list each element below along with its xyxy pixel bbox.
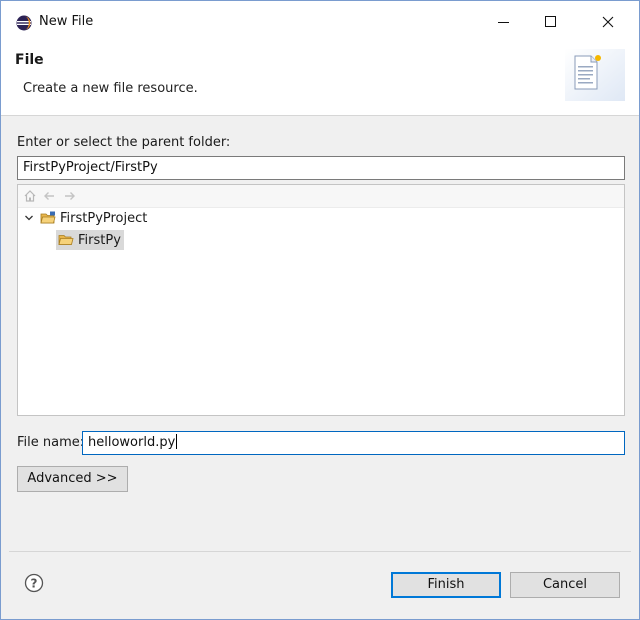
page-description: Create a new file resource. <box>23 81 198 96</box>
maximize-icon <box>545 16 556 27</box>
tree-item-firstpyproject[interactable]: FirstPyProject <box>24 208 147 228</box>
file-name-input[interactable]: helloworld.py <box>82 431 625 455</box>
tree-item-label: FirstPy <box>78 232 121 248</box>
parent-folder-label: Enter or select the parent folder: <box>17 135 231 150</box>
tree-item-label: FirstPyProject <box>60 210 148 226</box>
tree-toolbar <box>18 185 624 208</box>
new-file-dialog: New File File Create a new file resource… <box>0 0 640 620</box>
tree-item-firstpy[interactable]: FirstPy <box>56 230 124 250</box>
header-banner: File Create a new file resource. <box>1 43 639 116</box>
page-title: File <box>15 52 44 68</box>
new-file-wizard-icon <box>565 49 625 101</box>
text-caret <box>176 434 178 449</box>
eclipse-icon <box>16 15 32 31</box>
minimize-button[interactable] <box>481 1 527 43</box>
parent-folder-input[interactable]: FirstPyProject/FirstPy <box>17 156 625 180</box>
minimize-icon <box>498 22 509 23</box>
home-icon[interactable] <box>23 189 37 203</box>
file-name-value: helloworld.py <box>88 435 176 450</box>
title-bar[interactable]: New File <box>1 1 639 43</box>
cancel-button[interactable]: Cancel <box>510 572 620 598</box>
maximize-button[interactable] <box>528 1 574 43</box>
forward-arrow-icon[interactable] <box>63 189 77 203</box>
back-arrow-icon[interactable] <box>42 189 56 203</box>
open-folder-icon <box>58 235 74 245</box>
close-icon <box>602 16 614 28</box>
window-title: New File <box>39 14 94 29</box>
project-folder-icon <box>40 211 56 224</box>
file-name-label: File name: <box>17 435 85 450</box>
advanced-button[interactable]: Advanced >> <box>17 466 128 492</box>
svg-text:?: ? <box>31 577 38 591</box>
finish-button[interactable]: Finish <box>391 572 501 598</box>
chevron-down-icon[interactable] <box>24 213 34 223</box>
close-button[interactable] <box>585 1 631 43</box>
folder-tree[interactable]: FirstPyProject FirstPy <box>17 184 625 416</box>
help-icon[interactable]: ? <box>24 573 44 593</box>
footer-divider <box>9 551 631 552</box>
